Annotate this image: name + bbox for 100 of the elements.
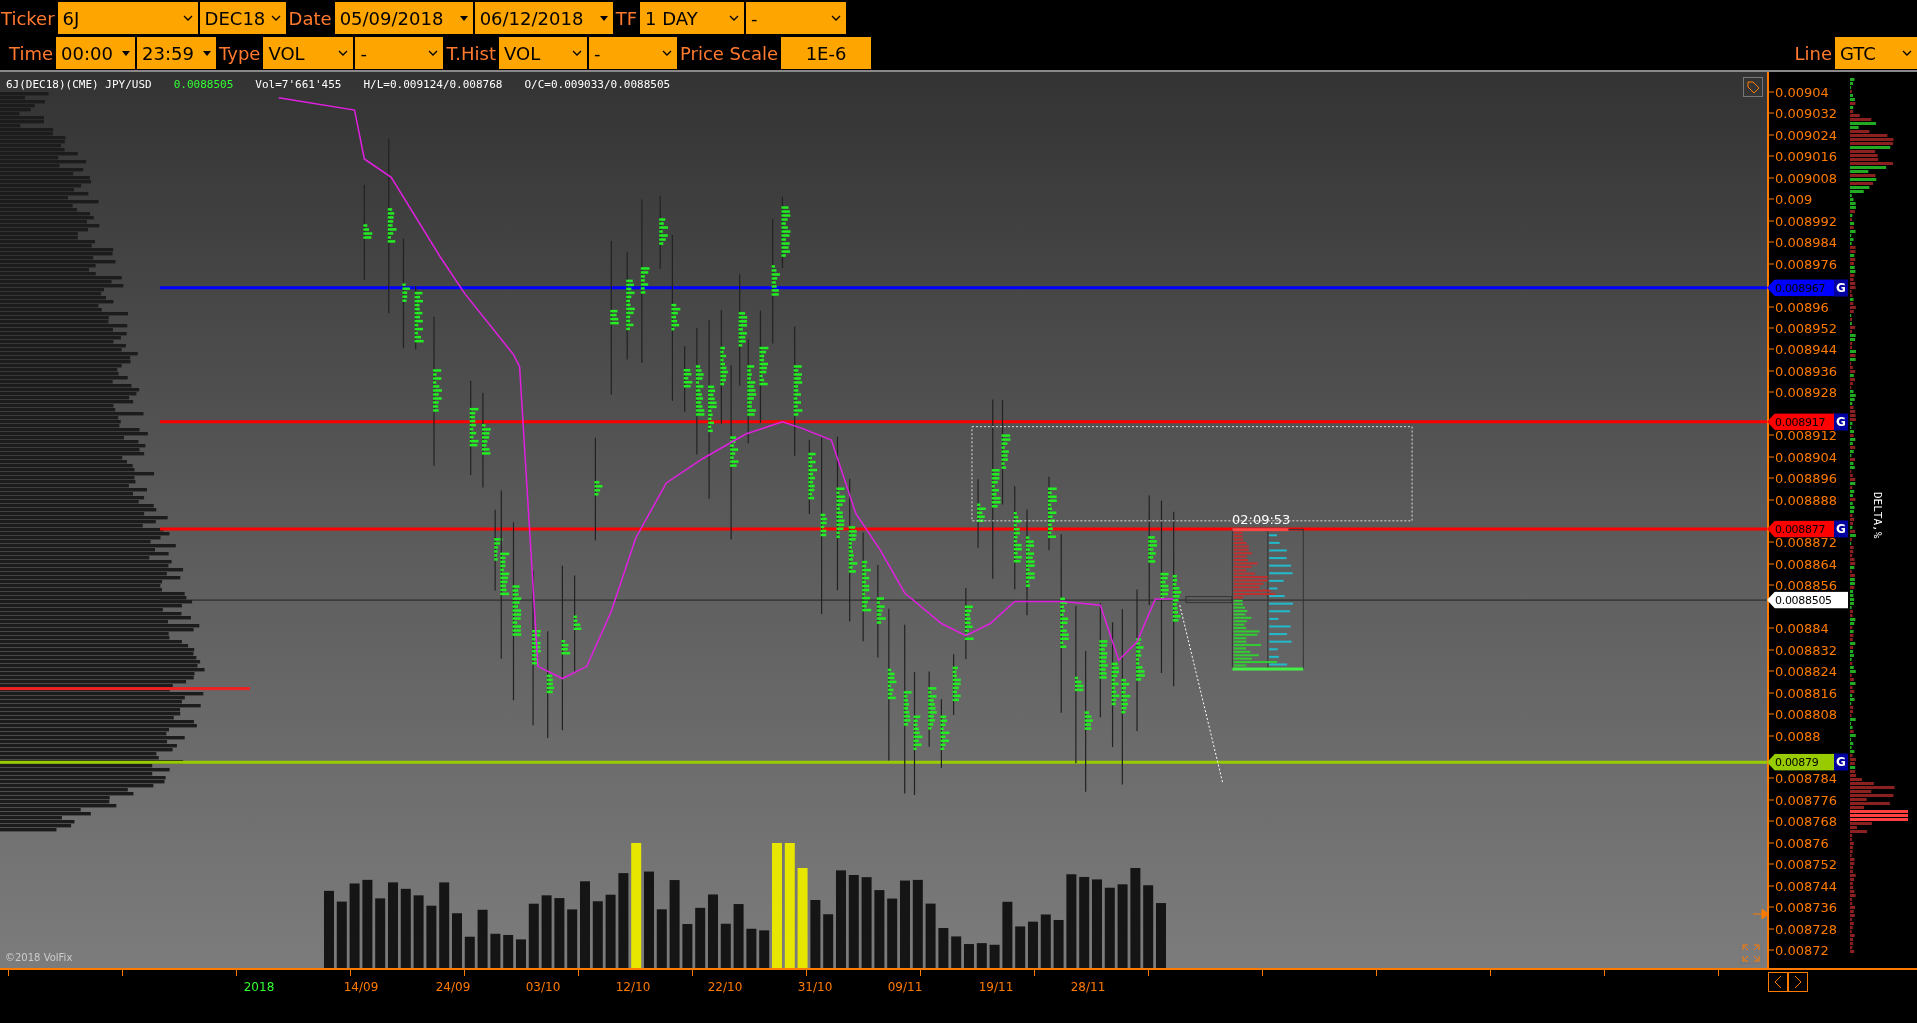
field-label: Date	[287, 7, 333, 29]
price-tick: 0.008944	[1769, 341, 1838, 357]
price-marker[interactable]: 0.00879	[1767, 753, 1834, 771]
field-label: Line	[1793, 42, 1833, 64]
chevron-down-icon	[729, 15, 739, 21]
chevron-right-icon	[1793, 975, 1803, 989]
chevron-down-icon	[1902, 50, 1912, 56]
price-tick: 0.008976	[1769, 256, 1838, 272]
price-tick: 0.008752	[1769, 856, 1838, 872]
field-label: Ticker	[0, 7, 56, 29]
level-badge: G	[1834, 753, 1848, 771]
chevron-left-icon	[1773, 975, 1783, 989]
field-label: Type	[218, 42, 262, 64]
tag-icon[interactable]	[1743, 77, 1763, 97]
price-tick: 0.00876	[1769, 835, 1829, 851]
price-tick: 0.008888	[1769, 492, 1838, 508]
price-tick: 0.00896	[1769, 299, 1829, 314]
date-label: 24/09	[435, 980, 471, 994]
date-label: 03/10	[525, 980, 561, 994]
level-badge: G	[1834, 520, 1848, 538]
price-tick: 0.008824	[1769, 663, 1838, 679]
price-tick: 0.008784	[1769, 770, 1838, 786]
volume-text: Vol=7'661'455	[255, 78, 342, 91]
price-tick: 0.008832	[1769, 642, 1838, 658]
price-marker[interactable]: 0.008877	[1767, 520, 1834, 538]
chevron-down-icon	[428, 50, 439, 56]
price-tick: 0.008744	[1769, 878, 1838, 894]
open-close-text: O/C=0.009033/0.0088505	[524, 78, 671, 91]
price-tick: 0.00904	[1769, 84, 1829, 100]
caret-down-icon	[122, 50, 131, 56]
dropdown-field[interactable]: GTC	[1835, 37, 1917, 69]
dropdown-field[interactable]: -	[355, 37, 444, 69]
date-label: 12/10	[615, 980, 651, 994]
date-label: 22/10	[707, 980, 743, 994]
chevron-down-icon	[571, 50, 582, 56]
scroll-right-button[interactable]	[1788, 972, 1808, 992]
price-tick: 0.008768	[1769, 813, 1838, 829]
price-tick: 0.008816	[1769, 685, 1838, 701]
input-field[interactable]: 1E-6	[781, 37, 872, 69]
field-label: TF	[614, 7, 638, 29]
dropdown-field[interactable]: 05/09/2018	[334, 2, 473, 34]
price-tick: 0.008992	[1769, 213, 1838, 229]
price-tick: 0.008856	[1769, 577, 1838, 593]
caret-down-icon	[203, 50, 212, 56]
instrument-name: 6J(DEC18)(CME) JPY/USD	[6, 78, 152, 91]
price-tick: 0.008736	[1769, 899, 1838, 915]
high-low-text: H/L=0.009124/0.008768	[363, 78, 503, 91]
chevron-down-icon	[338, 50, 349, 56]
dropdown-field[interactable]: VOL	[498, 37, 587, 69]
countdown-timer: 02:09:53	[1232, 512, 1291, 527]
caret-down-icon	[459, 15, 468, 21]
scroll-left-button[interactable]	[1768, 972, 1788, 992]
dropdown-field[interactable]: 00:00	[56, 37, 136, 69]
date-label: 31/10	[797, 980, 833, 994]
price-tick: 0.0088	[1769, 728, 1821, 743]
price-tick: 0.009008	[1769, 170, 1838, 186]
price-tick: 0.009032	[1769, 105, 1838, 121]
dropdown-field[interactable]: 23:59	[137, 37, 217, 69]
dropdown-field[interactable]: DEC18	[199, 2, 286, 34]
date-label: 28/11	[1070, 980, 1106, 994]
price-marker[interactable]: 0.0088505	[1767, 591, 1848, 609]
price-tick: 0.008984	[1769, 234, 1838, 250]
price-marker[interactable]: 0.008917	[1767, 413, 1834, 431]
chevron-down-icon	[270, 15, 281, 21]
dropdown-field[interactable]: 1 DAY	[640, 2, 744, 34]
level-badge: G	[1834, 413, 1848, 431]
last-price: 0.0088505	[173, 78, 234, 91]
dropdown-field[interactable]: VOL	[263, 37, 354, 69]
price-tick: 0.00884	[1769, 620, 1829, 636]
price-tick: 0.008904	[1769, 449, 1838, 465]
price-tick: 0.008896	[1769, 470, 1838, 486]
price-tick: 0.009016	[1769, 148, 1838, 164]
chevron-down-icon	[182, 15, 193, 21]
dropdown-field[interactable]: 6J	[57, 2, 198, 34]
price-tick: 0.008864	[1769, 556, 1838, 572]
price-tick: 0.009024	[1769, 127, 1838, 143]
field-label: Time	[8, 42, 55, 64]
price-tick: 0.008928	[1769, 384, 1838, 400]
copyright-text: ©2018 VolFix	[5, 952, 73, 963]
dropdown-field[interactable]: -	[746, 2, 846, 34]
date-label: 14/09	[343, 980, 379, 994]
price-tick: 0.008808	[1769, 706, 1838, 722]
date-label: 09/11	[887, 980, 923, 994]
price-tick: 0.008952	[1769, 320, 1838, 336]
chevron-down-icon	[661, 50, 672, 56]
price-tick: 0.00872	[1769, 942, 1829, 958]
level-badge: G	[1834, 279, 1848, 297]
delta-label: DELTA,%	[1871, 492, 1884, 539]
year-label: 2018	[243, 980, 275, 994]
dropdown-field[interactable]: -	[588, 37, 677, 69]
price-tick: 0.008728	[1769, 921, 1838, 937]
price-tick: 0.008776	[1769, 792, 1838, 808]
caret-down-icon	[599, 15, 608, 21]
field-label: T.Hist	[445, 42, 497, 64]
field-label: Price Scale	[678, 42, 780, 64]
date-label: 19/11	[978, 980, 1014, 994]
dropdown-field[interactable]: 06/12/2018	[474, 2, 613, 34]
price-tick: 0.009	[1769, 191, 1813, 207]
chevron-down-icon	[831, 15, 841, 21]
price-tick: 0.008936	[1769, 363, 1838, 379]
